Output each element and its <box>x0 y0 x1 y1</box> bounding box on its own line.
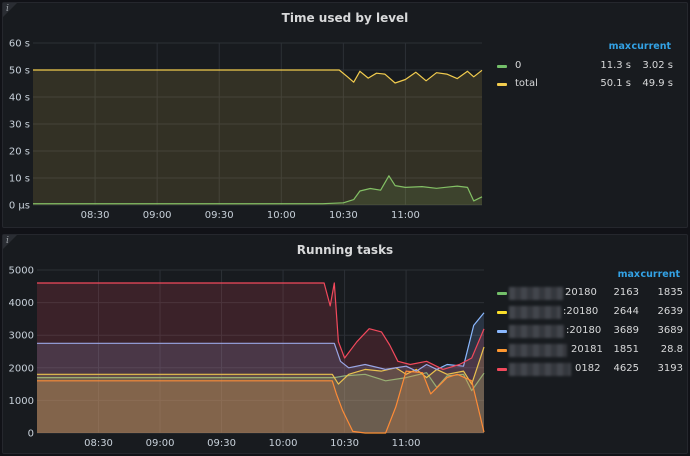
x-tick-label: 11:00 <box>391 210 420 221</box>
legend-swatch <box>497 292 507 295</box>
x-tick-label: 11:00 <box>392 438 421 449</box>
y-tick-label: 3000 <box>9 331 34 342</box>
x-tick-label: 08:30 <box>84 438 113 449</box>
x-tick-label: 09:30 <box>205 210 234 221</box>
legend-header-max[interactable]: max <box>618 269 640 280</box>
legend-item-3[interactable]: 20181 1851 28.8 <box>491 341 689 359</box>
y-tick-label: 30 s <box>9 120 30 131</box>
legend-max: 3689 <box>613 325 639 336</box>
legend-series-name: :20180 <box>563 306 599 317</box>
legend-header-current[interactable]: current <box>631 41 671 52</box>
legend-swatch <box>497 311 507 314</box>
x-tick-label: 08:30 <box>81 210 110 221</box>
legend-series-name: 20180 <box>565 287 597 298</box>
legend: max current 20180 2163 1835 :20180 2644 … <box>491 269 689 379</box>
y-tick-label: 1000 <box>9 396 34 407</box>
legend-swatch <box>497 368 507 371</box>
series-area-1 <box>33 70 482 205</box>
legend-swatch <box>497 83 507 86</box>
redacted-mask <box>509 344 567 357</box>
y-tick-label: 4000 <box>9 298 34 309</box>
legend-item-1[interactable]: :20180 2644 2639 <box>491 303 689 321</box>
redacted-mask <box>509 306 561 319</box>
x-tick-label: 09:00 <box>143 210 172 221</box>
y-tick-label: 50 s <box>9 66 30 77</box>
x-tick-label: 10:30 <box>330 438 359 449</box>
legend-max: 2163 <box>613 287 639 298</box>
legend-series-name: 20181 <box>571 344 603 355</box>
legend-current: 2639 <box>657 306 683 317</box>
redacted-mask <box>509 287 563 300</box>
legend-max: 1851 <box>613 344 639 355</box>
y-tick-label: 0 <box>28 429 34 440</box>
legend-series-name: total <box>515 78 538 89</box>
legend-header-max[interactable]: max <box>609 41 631 52</box>
series-area-4 <box>37 283 484 433</box>
legend-swatch <box>497 65 507 68</box>
time-used-panel: i Time used by level 0 µs 10 s 20 s 30 s 40 … <box>2 2 688 228</box>
legend-item-total[interactable]: total 50.1 s 49.9 s <box>491 75 673 93</box>
legend-current: 3689 <box>657 325 683 336</box>
legend-current: 3.02 s <box>642 60 673 71</box>
redacted-mask <box>509 363 571 376</box>
legend-max: 2644 <box>613 306 639 317</box>
legend-header-current[interactable]: current <box>640 269 680 280</box>
x-tick-label: 10:00 <box>267 210 296 221</box>
y-tick-label: 5000 <box>9 266 34 277</box>
legend-item-0[interactable]: 0 11.3 s 3.02 s <box>491 57 673 75</box>
y-tick-label: 60 s <box>9 39 30 50</box>
y-tick-label: 2000 <box>9 363 34 374</box>
x-tick-label: 10:30 <box>329 210 358 221</box>
legend-item-4[interactable]: 0182 4625 3193 <box>491 360 689 378</box>
x-tick-label: 09:30 <box>207 438 236 449</box>
legend-current: 1835 <box>657 287 683 298</box>
legend-item-0[interactable]: 20180 2163 1835 <box>491 284 689 302</box>
x-tick-label: 09:00 <box>146 438 175 449</box>
y-tick-label: 10 s <box>9 174 30 185</box>
legend-swatch <box>497 349 507 352</box>
y-tick-label: 20 s <box>9 147 30 158</box>
legend-current: 49.9 s <box>642 78 673 89</box>
redacted-mask <box>509 325 564 338</box>
x-tick-label: 10:00 <box>269 438 298 449</box>
legend: max current 0 11.3 s 3.02 s total 50.1 s… <box>491 41 673 101</box>
legend-max: 50.1 s <box>600 78 631 89</box>
legend-series-name: :20180 <box>566 325 602 336</box>
time-used-chart[interactable]: 0 µs 10 s 20 s 30 s 40 s 50 s 60 s 08:30 09:00 09… <box>3 3 689 229</box>
legend-max: 4625 <box>613 363 639 374</box>
y-tick-label: 0 µs <box>9 201 30 212</box>
legend-series-name: 0 <box>515 60 522 71</box>
legend-current: 3193 <box>657 363 683 374</box>
y-tick-label: 40 s <box>9 93 30 104</box>
legend-current: 28.8 <box>660 344 683 355</box>
legend-swatch <box>497 330 507 333</box>
legend-series-name: 0182 <box>575 363 601 374</box>
legend-max: 11.3 s <box>600 60 631 71</box>
running-tasks-panel: i Running tasks 0 1000 2000 3000 4000 5000 08:… <box>2 234 688 454</box>
legend-item-2[interactable]: :20180 3689 3689 <box>491 322 689 340</box>
